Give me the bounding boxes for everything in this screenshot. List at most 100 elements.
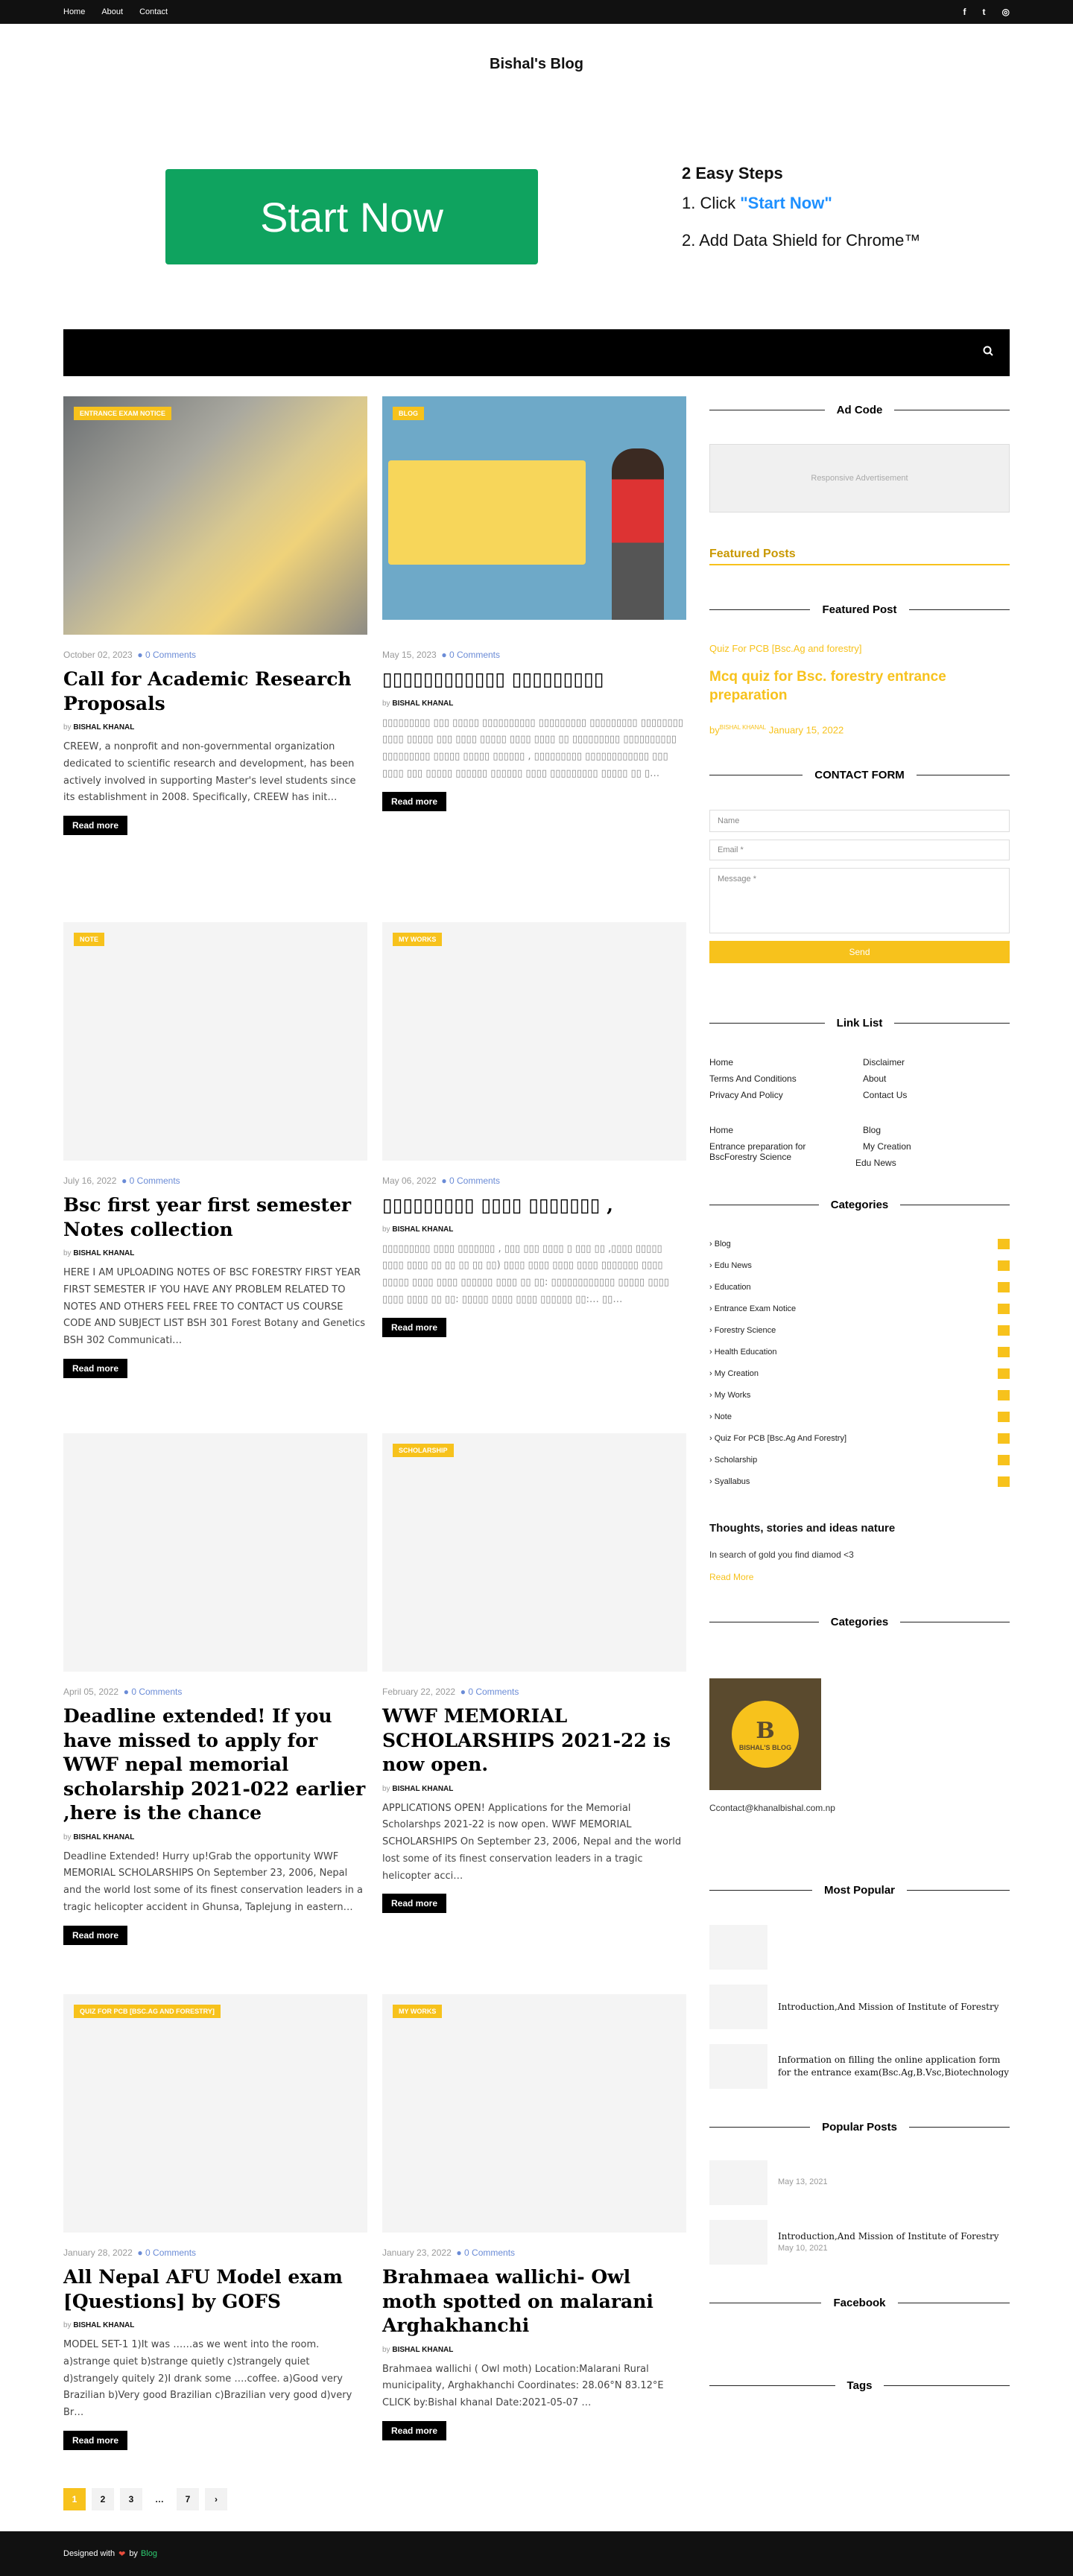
comment-icon: ●	[123, 1687, 129, 1697]
page-1[interactable]: 1	[63, 2488, 86, 2510]
page-2[interactable]: 2	[92, 2488, 114, 2510]
post-title[interactable]: Call for Academic Research Proposals	[63, 667, 367, 716]
read-more-button[interactable]: Read more	[63, 1358, 128, 1378]
featured-category[interactable]: Quiz For PCB [Bsc.Ag and forestry]	[709, 643, 861, 654]
nav-contact[interactable]: Contact	[139, 7, 168, 16]
post-thumbnail[interactable]: Blog	[382, 396, 686, 635]
contact-send-button[interactable]: Send	[709, 941, 1010, 963]
link-my-creation[interactable]: My Creation	[863, 1141, 911, 1152]
post-thumbnail[interactable]: My Works	[382, 922, 686, 1161]
popular-item[interactable]: Information on filling the online applic…	[709, 2044, 1010, 2089]
read-more-button[interactable]: Read more	[63, 2430, 128, 2450]
read-more-button[interactable]: Read more	[382, 2420, 447, 2440]
link-disclaimer[interactable]: Disclaimer	[863, 1057, 905, 1067]
popular-post-item[interactable]: Introduction,And Mission of Institute of…	[709, 2220, 1010, 2265]
contact-name-field[interactable]: Name	[709, 810, 1010, 832]
link-home-2[interactable]: Home	[709, 1125, 733, 1135]
post-excerpt: MODEL SET-1 1)It was ……as we went into t…	[63, 2339, 352, 2418]
post-category-badge[interactable]: Note	[74, 933, 105, 946]
category-count-badge	[998, 1390, 1010, 1400]
post-thumbnail[interactable]: Scholarship	[382, 1433, 686, 1672]
category-count-badge	[998, 1476, 1010, 1487]
post-title[interactable]: ▯▯▯▯▯▯▯▯▯ ▯▯▯▯ ▯▯▯▯▯▯▯ ,	[382, 1193, 686, 1218]
comment-icon: ●	[121, 1176, 127, 1186]
page-3[interactable]: 3	[120, 2488, 142, 2510]
contact-email-field[interactable]: Email *	[709, 840, 1010, 860]
post-card: Note July 16, 2022 ● 0 Comments Bsc firs…	[63, 922, 367, 1378]
category-item[interactable]: › Forestry Science	[709, 1325, 1010, 1336]
category-item[interactable]: › Scholarship	[709, 1455, 1010, 1465]
contact-email[interactable]: Ccontact@khanalbishal.com.np	[709, 1803, 835, 1813]
post-category-badge[interactable]: My Works	[393, 2005, 443, 2018]
post-title[interactable]: Brahmaea wallichi- Owl moth spotted on m…	[382, 2265, 686, 2338]
category-item[interactable]: › Health Education	[709, 1347, 1010, 1357]
post-thumbnail[interactable]: Quiz For PCB [Bsc.Ag And Forestry]	[63, 1994, 367, 2233]
category-item[interactable]: › Education	[709, 1282, 1010, 1292]
post-category-badge[interactable]: Blog	[393, 407, 424, 420]
link-home[interactable]: Home	[709, 1057, 733, 1067]
footer-blog-link[interactable]: Blog	[141, 2549, 157, 2558]
category-count-badge	[998, 1433, 1010, 1444]
post-thumbnail[interactable]	[63, 1433, 367, 1672]
comment-icon: ●	[460, 1687, 466, 1697]
contact-message-field[interactable]: Message *	[709, 868, 1010, 933]
post-title[interactable]: WWF MEMORIAL SCHOLARSHIPS 2021-22 is now…	[382, 1704, 686, 1777]
link-terms[interactable]: Terms And Conditions	[709, 1073, 797, 1084]
link-blog[interactable]: Blog	[863, 1125, 881, 1135]
start-now-ad-button[interactable]: Start Now	[165, 169, 538, 264]
link-entrance-preparation[interactable]: Entrance preparation for BscForestry Sci…	[709, 1141, 836, 1163]
twitter-icon[interactable]: t	[983, 7, 986, 17]
post-title[interactable]: Deadline extended! If you have missed to…	[63, 1704, 367, 1826]
category-item[interactable]: › My Works	[709, 1390, 1010, 1400]
instagram-icon[interactable]: ◎	[1002, 7, 1010, 17]
post-card: Entrance Exam Notice October 02, 2023 ● …	[63, 396, 367, 835]
read-more-button[interactable]: Read more	[382, 791, 447, 811]
category-item[interactable]: › Syallabus	[709, 1476, 1010, 1487]
post-title[interactable]: All Nepal AFU Model exam [Questions] by …	[63, 2265, 367, 2314]
next-page-button[interactable]: ›	[205, 2488, 227, 2510]
featured-headline[interactable]: Mcq quiz for Bsc. forestry entrance prep…	[709, 668, 1010, 705]
category-item[interactable]: › Note	[709, 1412, 1010, 1422]
category-count-badge	[998, 1260, 1010, 1271]
popular-post-item[interactable]: May 13, 2021	[709, 2160, 1010, 2205]
nav-about[interactable]: About	[101, 7, 123, 16]
search-icon[interactable]	[983, 346, 993, 360]
post-thumbnail[interactable]: My Works	[382, 1994, 686, 2233]
link-about[interactable]: About	[863, 1073, 886, 1084]
link-edu-news[interactable]: Edu News	[855, 1158, 896, 1168]
post-title[interactable]: Bsc first year first semester Notes coll…	[63, 1193, 367, 1242]
page-7[interactable]: 7	[177, 2488, 199, 2510]
post-thumbnail[interactable]: Note	[63, 922, 367, 1161]
post-excerpt: HERE I AM UPLOADING NOTES OF BSC FORESTR…	[63, 1267, 366, 1346]
ad-placeholder: Responsive Advertisement	[709, 444, 1010, 513]
post-category-badge[interactable]: Entrance Exam Notice	[74, 407, 172, 420]
read-more-button[interactable]: Read more	[382, 1317, 447, 1337]
read-more-button[interactable]: Read more	[63, 816, 128, 835]
link-privacy[interactable]: Privacy And Policy	[709, 1090, 783, 1100]
post-title[interactable]: ▯▯▯▯▯▯▯▯▯▯▯▯ ▯▯▯▯▯▯▯▯▯	[382, 667, 686, 692]
widget-title-ad-code: Ad Code	[709, 402, 1010, 417]
post-excerpt: Brahmaea wallichi ( Owl moth) Location:M…	[382, 2363, 664, 2409]
facebook-icon[interactable]: f	[963, 7, 966, 17]
about-read-more-link[interactable]: Read More	[709, 1572, 753, 1582]
category-item[interactable]: › Entrance Exam Notice	[709, 1304, 1010, 1314]
nav-home[interactable]: Home	[63, 7, 85, 16]
category-item[interactable]: › Edu News	[709, 1260, 1010, 1271]
comment-icon: ●	[441, 1176, 447, 1186]
post-category-badge[interactable]: Quiz For PCB [Bsc.Ag And Forestry]	[74, 2005, 221, 2018]
category-item[interactable]: › Quiz For PCB [Bsc.Ag And Forestry]	[709, 1433, 1010, 1444]
link-contact-us[interactable]: Contact Us	[863, 1090, 907, 1100]
read-more-button[interactable]: Read more	[63, 1925, 128, 1945]
post-category-badge[interactable]: Scholarship	[393, 1444, 454, 1457]
popular-item[interactable]: Introduction,And Mission of Institute of…	[709, 1985, 1010, 2029]
category-count-badge	[998, 1412, 1010, 1422]
post-category-badge[interactable]: My Works	[393, 933, 443, 946]
category-item[interactable]: › My Creation	[709, 1368, 1010, 1379]
category-item[interactable]: › Blog	[709, 1239, 1010, 1249]
widget-title-facebook: Facebook	[709, 2295, 1010, 2310]
read-more-button[interactable]: Read more	[382, 1894, 447, 1914]
popular-item[interactable]	[709, 1925, 1010, 1970]
site-title[interactable]: Bishal's Blog	[0, 56, 1073, 73]
about-widget-text: In search of gold you find diamod <3	[709, 1549, 854, 1560]
post-thumbnail[interactable]: Entrance Exam Notice	[63, 396, 367, 635]
